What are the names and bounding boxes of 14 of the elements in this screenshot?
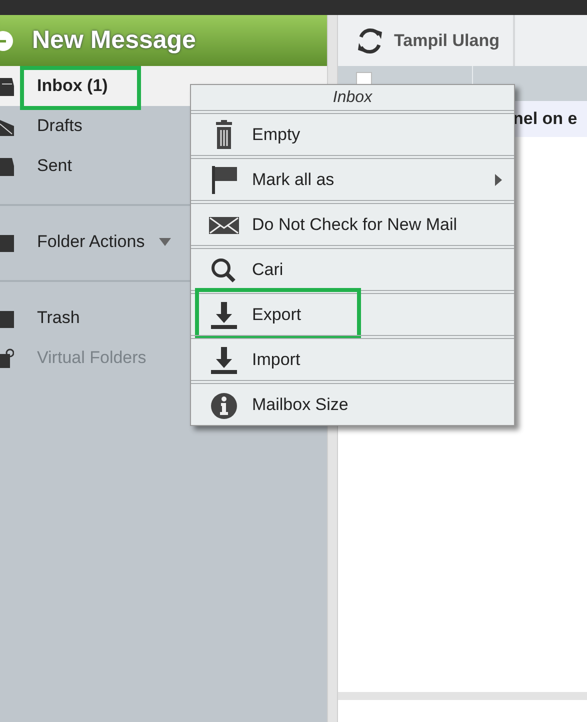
menu-item-label: Import [252, 350, 300, 370]
folder-label: Folder Actions [37, 232, 145, 252]
menu-item-label: Export [252, 304, 302, 324]
menu-item-label: Mark all as [252, 170, 334, 190]
folder-label: Virtual Folders [37, 348, 146, 368]
menu-item-label: Do Not Check for New Mail [252, 214, 458, 234]
folder-label: Drafts [37, 116, 82, 136]
menu-item-label: Mailbox Size [252, 394, 348, 414]
menu-item-label: Cari [252, 260, 284, 280]
menu-item-label: Empty [252, 124, 300, 144]
menu-title: Inbox [332, 88, 374, 108]
folder-label: Inbox (1) [37, 76, 108, 96]
folder-label: Trash [37, 308, 80, 328]
folder-label: Sent [37, 156, 72, 176]
